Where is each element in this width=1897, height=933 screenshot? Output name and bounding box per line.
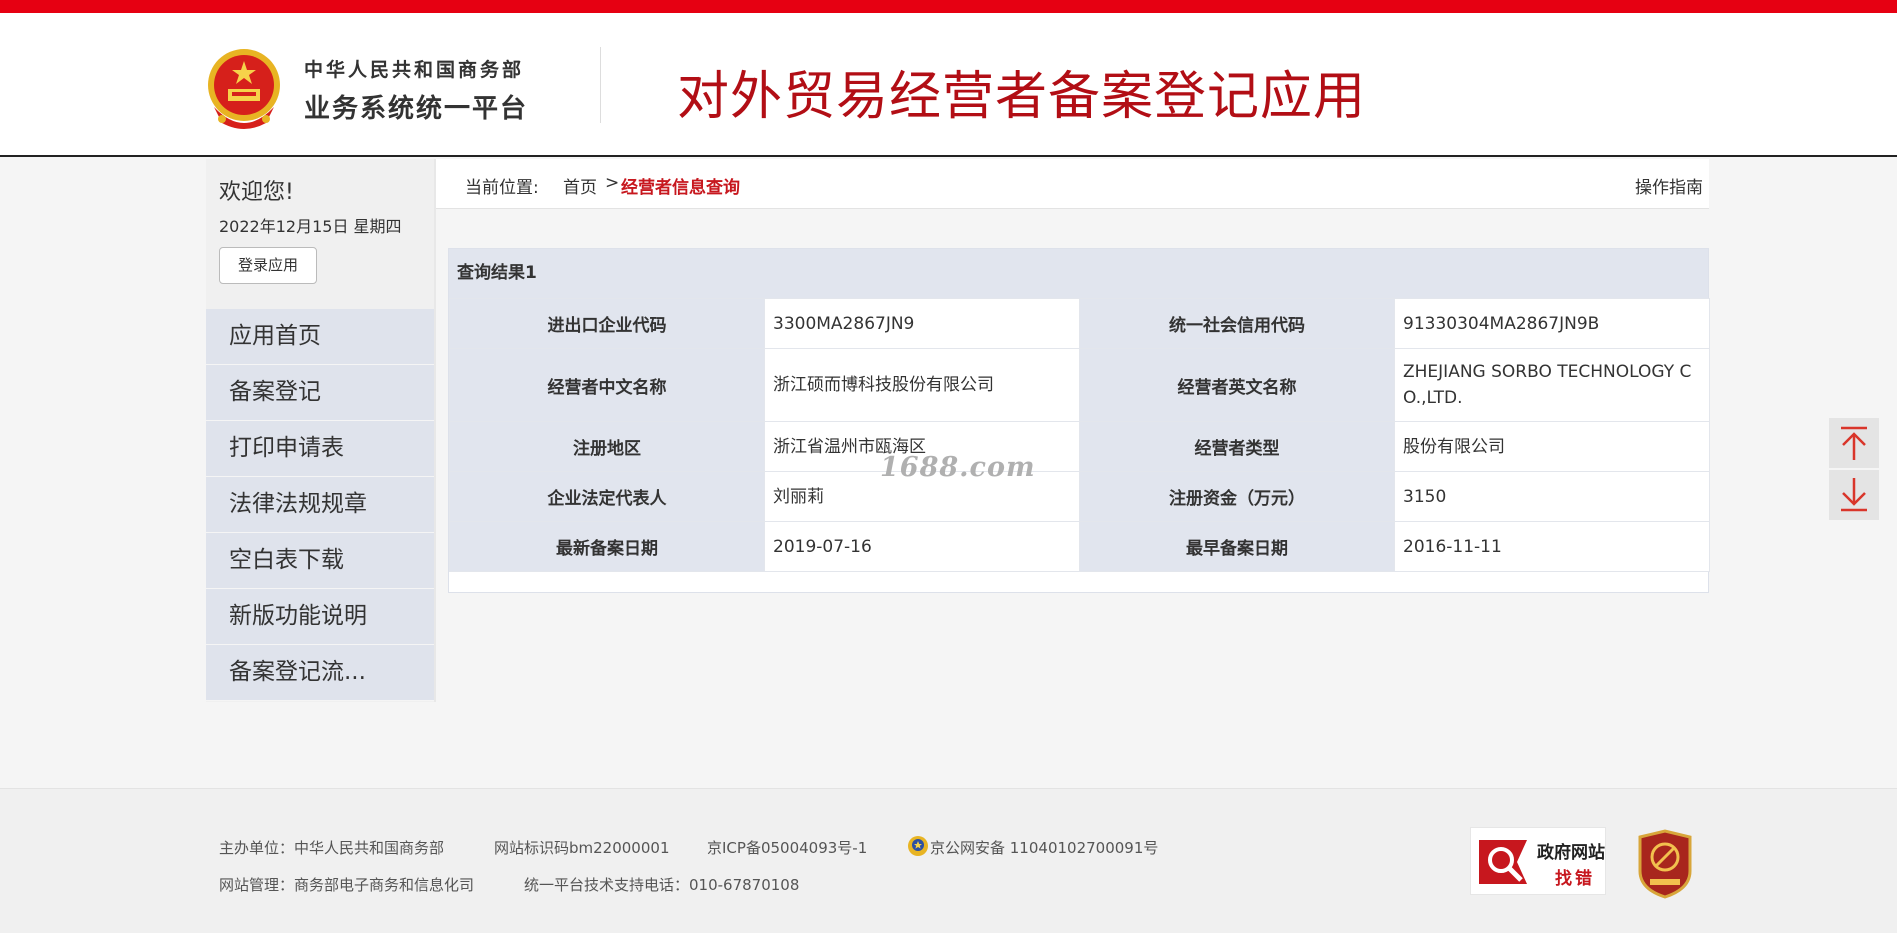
field-value: 2019-07-16 [764, 521, 1080, 572]
table-row: 进出口企业代码 3300MA2867JN9 统一社会信用代码 91330304M… [449, 298, 1710, 349]
field-label: 最早备案日期 [1079, 521, 1395, 572]
police-badge-icon [908, 836, 928, 856]
field-label: 注册资金（万元） [1079, 471, 1395, 522]
result-title: 查询结果1 [449, 249, 1708, 298]
gov-badge-text: 政府网站 [1537, 843, 1605, 863]
welcome-text: 欢迎您! [219, 180, 294, 205]
breadcrumb: 当前位置: 首页 > 经营者信息查询 操作指南 [436, 159, 1709, 209]
field-label: 经营者英文名称 [1079, 348, 1395, 422]
breadcrumb-home-link[interactable]: 首页 [563, 173, 597, 198]
field-label: 经营者类型 [1079, 421, 1395, 472]
main-content: 当前位置: 首页 > 经营者信息查询 操作指南 查询结果1 进出口企业代码 33… [434, 159, 1710, 702]
login-button[interactable]: 登录应用 [219, 247, 317, 284]
sidebar-item-blank-forms[interactable]: 空白表下载 [206, 533, 434, 589]
party-emblem-icon[interactable] [1636, 829, 1694, 899]
field-value: 股份有限公司 [1394, 421, 1710, 472]
field-value: 91330304MA2867JN9B [1394, 298, 1710, 349]
scroll-to-bottom-button[interactable] [1829, 470, 1879, 520]
platform-name: 业务系统统一平台 [304, 94, 529, 124]
field-value: 浙江硕而博科技股份有限公司 [764, 348, 1080, 422]
sidebar-item-new-features[interactable]: 新版功能说明 [206, 589, 434, 645]
field-label: 统一社会信用代码 [1079, 298, 1395, 349]
table-row: 注册地区 浙江省温州市瓯海区 经营者类型 股份有限公司 [449, 421, 1710, 472]
sidebar-item-laws[interactable]: 法律法规规章 [206, 477, 434, 533]
app-title: 对外贸易经营者备案登记应用 [677, 67, 1367, 127]
site-footer: 主办单位：中华人民共和国商务部 网站标识码bm22000001 京ICP备050… [0, 788, 1897, 933]
field-label: 注册地区 [449, 421, 765, 472]
sidebar: 欢迎您! 2022年12月15日 星期四 登录应用 应用首页 备案登记 打印申请… [206, 159, 434, 702]
field-value: 3150 [1394, 471, 1710, 522]
table-row: 经营者中文名称 浙江硕而博科技股份有限公司 经营者英文名称 ZHEJIANG S… [449, 348, 1710, 422]
gov-badge-error-text: 找错 [1555, 869, 1595, 889]
gov-search-icon [1479, 840, 1527, 884]
sidebar-item-process[interactable]: 备案登记流... [206, 645, 434, 701]
sidebar-item-print-form[interactable]: 打印申请表 [206, 421, 434, 477]
footer-sponsor: 主办单位：中华人民共和国商务部 [219, 839, 445, 857]
field-label: 进出口企业代码 [449, 298, 765, 349]
gov-website-error-badge[interactable]: 政府网站 找错 [1470, 827, 1606, 895]
table-row: 最新备案日期 2019-07-16 最早备案日期 2016-11-11 [449, 521, 1710, 572]
current-date: 2022年12月15日 星期四 [219, 217, 402, 236]
field-label: 经营者中文名称 [449, 348, 765, 422]
national-emblem-icon [208, 49, 280, 129]
field-value: ZHEJIANG SORBO TECHNOLOGY CO.,LTD. [1394, 348, 1710, 422]
watermark: 1688.com [880, 452, 1036, 483]
query-result-panel: 查询结果1 进出口企业代码 3300MA2867JN9 统一社会信用代码 913… [448, 248, 1710, 593]
scroll-to-bottom-icon [1841, 478, 1867, 512]
footer-police-link[interactable]: 京公网安备 11040102700091号 [930, 837, 1158, 858]
breadcrumb-separator: > [605, 173, 620, 193]
guide-link[interactable]: 操作指南 [1635, 173, 1703, 198]
field-label: 最新备案日期 [449, 521, 765, 572]
footer-site-code: 网站标识码bm22000001 [494, 839, 670, 857]
footer-support: 统一平台技术支持电话：010-67870108 [524, 876, 800, 894]
back-to-top-button[interactable] [1829, 418, 1879, 468]
field-value: 3300MA2867JN9 [764, 298, 1080, 349]
back-to-top-icon [1841, 426, 1867, 460]
header-divider [600, 47, 601, 123]
footer-manager: 网站管理：商务部电子商务和信息化司 [219, 876, 475, 894]
result-table: 进出口企业代码 3300MA2867JN9 统一社会信用代码 91330304M… [449, 298, 1710, 572]
site-header: 中华人民共和国商务部 业务系统统一平台 对外贸易经营者备案登记应用 [0, 13, 1897, 157]
org-name: 中华人民共和国商务部 [304, 59, 525, 81]
breadcrumb-current: 经营者信息查询 [621, 178, 740, 198]
sidebar-menu: 应用首页 备案登记 打印申请表 法律法规规章 空白表下载 新版功能说明 备案登记… [206, 309, 434, 701]
scroll-tools [1829, 418, 1879, 522]
table-row: 企业法定代表人 刘丽莉 注册资金（万元） 3150 [449, 471, 1710, 522]
footer-icp-link[interactable]: 京ICP备05004093号-1 [707, 837, 867, 858]
field-label: 企业法定代表人 [449, 471, 765, 522]
field-value: 2016-11-11 [1394, 521, 1710, 572]
sidebar-item-app-home[interactable]: 应用首页 [206, 309, 434, 365]
sidebar-item-registration[interactable]: 备案登记 [206, 365, 434, 421]
breadcrumb-label: 当前位置: [465, 178, 539, 198]
top-red-bar [0, 0, 1897, 13]
